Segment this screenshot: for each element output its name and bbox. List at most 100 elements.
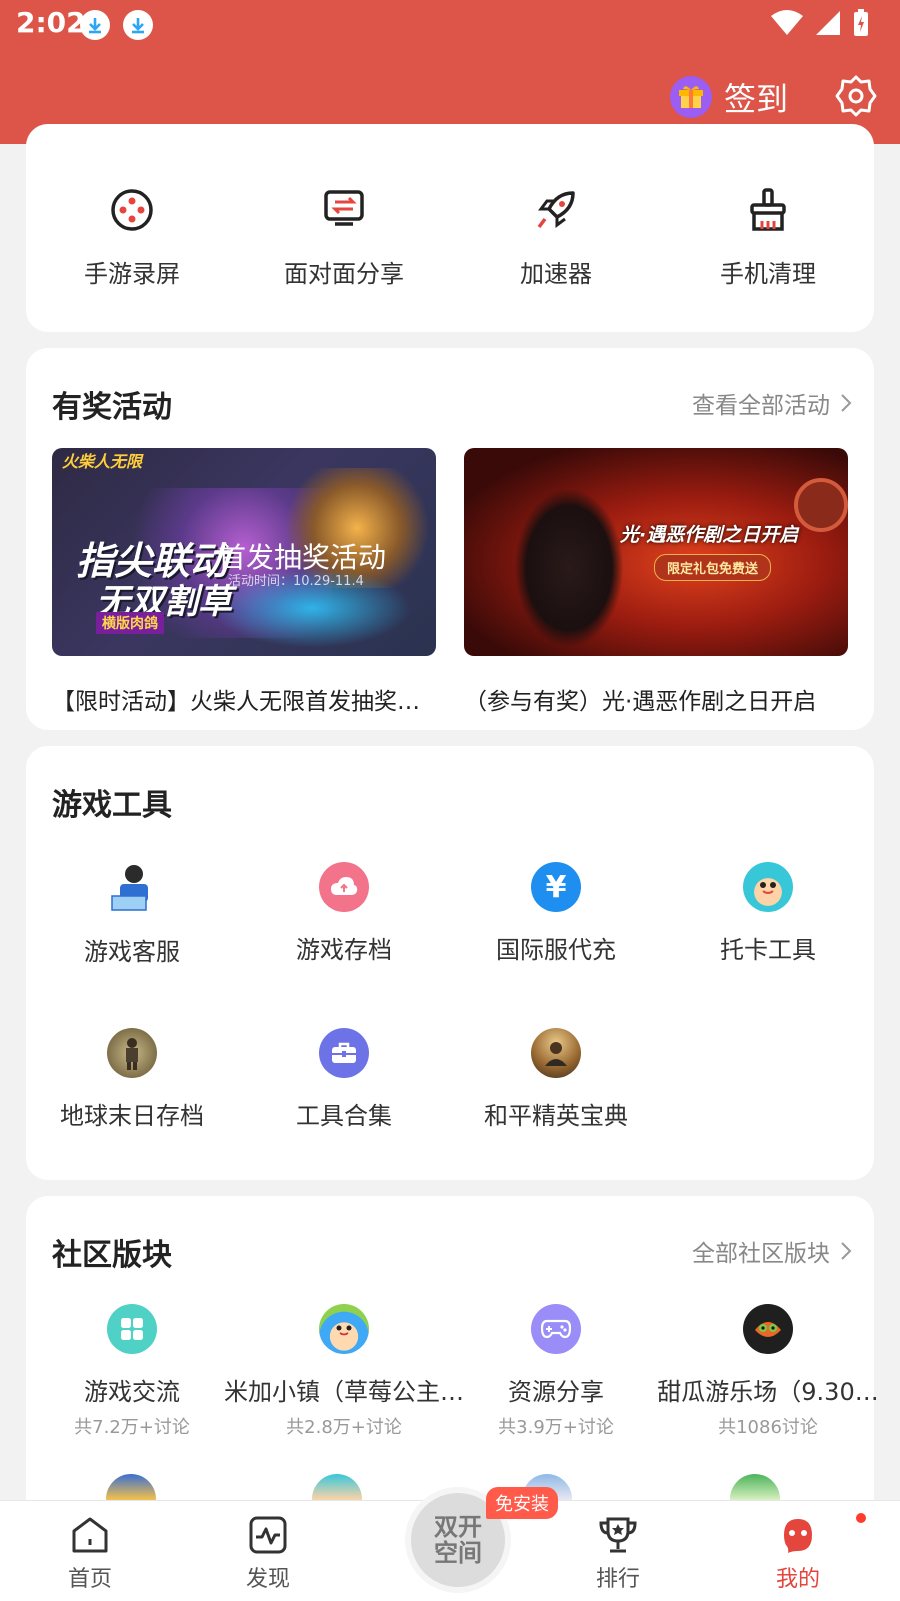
cloud-upload-icon [319, 862, 369, 912]
yen-icon: ¥ [531, 862, 581, 912]
peace-elite-icon [531, 1028, 581, 1078]
quick-tool-label: 手机清理 [720, 260, 816, 288]
tool-label: 和平精英宝典 [484, 1102, 628, 1130]
app-header: 2:02 签到 [0, 0, 900, 144]
quick-tool-accelerator[interactable]: 加速器 [450, 184, 662, 289]
activity-caption[interactable]: 【限时活动】火柴人无限首发抽奖活动 [52, 682, 436, 716]
quick-tools-grid: 手游录屏 面对面分享 加速器 手机清理 [26, 184, 874, 289]
tool-doomsday-save[interactable]: 地球末日存档 [26, 1028, 238, 1131]
trophy-icon [599, 1517, 637, 1553]
tool-toca[interactable]: 托卡工具 [662, 862, 874, 967]
quick-tool-screen-record[interactable]: 手游录屏 [26, 184, 238, 289]
community-label: 游戏交流 [84, 1378, 180, 1406]
wifi-icon [771, 10, 803, 35]
survivor-avatar-icon [107, 1028, 157, 1078]
dual-space-label-line1: 双开 [434, 1513, 482, 1541]
discover-icon [249, 1516, 287, 1554]
battery-icon [854, 9, 868, 36]
nav-label: 我的 [775, 1567, 820, 1592]
community-count: 共7.2万+讨论 [74, 1417, 190, 1438]
chevron-right-icon [841, 394, 852, 412]
broom-icon [742, 184, 794, 236]
view-all-activities-link[interactable]: 查看全部活动 [692, 386, 852, 420]
community-label: 米加小镇（草莓公主… [224, 1378, 464, 1406]
tool-label: 托卡工具 [720, 936, 816, 964]
community-miga-town[interactable]: 米加小镇（草莓公主… 共2.8万+讨论 [224, 1304, 464, 1439]
quick-tool-phone-clean[interactable]: 手机清理 [662, 184, 874, 289]
view-all-community-label: 全部社区版块 [692, 1241, 830, 1267]
community-melon-playground[interactable]: 甜瓜游乐场（9.30… 共1086讨论 [657, 1304, 879, 1439]
community-label: 甜瓜游乐场（9.30… [657, 1378, 879, 1406]
nav-ranking[interactable]: 排行 [558, 1501, 678, 1593]
nav-label: 首页 [67, 1567, 112, 1592]
community-game-chat[interactable]: 游戏交流 共7.2万+讨论 [26, 1304, 238, 1439]
bottom-nav: 首页 发现 双开 空间 免安装 排行 我的 [0, 1487, 900, 1601]
nav-discover[interactable]: 发现 [208, 1501, 328, 1593]
banner-logo-text: 火柴人无限 [62, 452, 143, 471]
community-resource-share[interactable]: 资源分享 共3.9万+讨论 [450, 1304, 662, 1439]
download-notification-icon [123, 10, 153, 40]
gamepad-icon [531, 1304, 581, 1354]
activity-banner-stickman[interactable]: 火柴人无限 指尖联动 无双割草 横版肉鸽 首发抽奖活动 活动时间：10.29-1… [52, 448, 436, 656]
face-share-icon [318, 184, 370, 236]
screen-record-icon [106, 184, 158, 236]
signal-icon [816, 11, 840, 35]
banner-tag: 横版肉鸽 [96, 612, 164, 634]
community-count: 共3.9万+讨论 [498, 1417, 614, 1438]
community-title: 社区版块 [52, 1238, 172, 1273]
activities-title: 有奖活动 [52, 390, 172, 425]
banner-title: 光·遇恶作剧之日开启 [620, 524, 799, 546]
community-grid: 游戏交流 共7.2万+讨论 米加小镇（草莓公主… 共2.8万+讨论 资源分享 共… [26, 1304, 879, 1439]
chevron-right-icon [841, 1242, 852, 1260]
banner-tag: 限定礼包免费送 [654, 554, 772, 581]
melon-avatar-icon [743, 1304, 793, 1354]
game-tools-title: 游戏工具 [52, 788, 172, 823]
home-icon [72, 1517, 108, 1553]
checkin-label: 签到 [723, 80, 788, 118]
toolbox-icon [319, 1028, 369, 1078]
tool-game-save[interactable]: 游戏存档 [238, 862, 450, 967]
tool-intl-recharge[interactable]: ¥ 国际服代充 [450, 862, 662, 967]
nav-home[interactable]: 首页 [30, 1501, 150, 1593]
nav-label: 排行 [595, 1567, 640, 1592]
activity-banner-sky[interactable]: 光·遇恶作剧之日开启 限定礼包免费送 [464, 448, 848, 656]
status-time: 2:02 [16, 6, 86, 39]
dual-space-label-line2: 空间 [434, 1539, 482, 1567]
community-count: 共1086讨论 [718, 1417, 818, 1438]
download-notification-icon [80, 10, 110, 40]
community-card: 社区版块 全部社区版块 游戏交流 共7.2万+讨论 米加小镇（草莓公主… 共2.… [26, 1196, 879, 1536]
nav-profile[interactable]: 我的 [738, 1501, 858, 1593]
tool-label: 游戏存档 [296, 936, 392, 964]
toca-avatar-icon [743, 862, 793, 912]
gift-icon [669, 76, 712, 118]
tool-label: 工具合集 [296, 1102, 392, 1130]
profile-icon [784, 1519, 812, 1553]
miga-avatar-icon [319, 1304, 369, 1354]
view-all-activities-label: 查看全部活动 [692, 393, 830, 419]
tool-collection[interactable]: 工具合集 [238, 1028, 450, 1131]
quick-tool-label: 手游录屏 [84, 260, 180, 288]
quick-tools-card: 手游录屏 面对面分享 加速器 手机清理 [26, 124, 874, 332]
notification-dot [856, 1513, 866, 1523]
community-avatar-partial [312, 1474, 362, 1500]
banner-date: 活动时间：10.29-11.4 [228, 574, 364, 589]
tool-peace-elite-guide[interactable]: 和平精英宝典 [450, 1028, 662, 1131]
tool-customer-service[interactable]: 游戏客服 [26, 862, 238, 967]
quick-tool-face-share[interactable]: 面对面分享 [238, 184, 450, 289]
tool-label: 国际服代充 [496, 936, 616, 964]
activity-caption[interactable]: （参与有奖）光·遇恶作剧之日开启 [464, 682, 848, 716]
nav-label: 发现 [245, 1567, 290, 1592]
community-count: 共2.8万+讨论 [286, 1417, 402, 1438]
rocket-icon [530, 184, 582, 236]
grid-icon [107, 1304, 157, 1354]
community-avatar-partial [730, 1474, 780, 1500]
no-install-badge: 免安装 [486, 1487, 558, 1519]
view-all-community-link[interactable]: 全部社区版块 [692, 1234, 852, 1268]
tool-label: 游戏客服 [84, 938, 180, 966]
game-tools-row-2: 地球末日存档 工具合集 和平精英宝典 [26, 1028, 874, 1131]
game-tools-row-1: 游戏客服 游戏存档 ¥ 国际服代充 托卡工具 [26, 862, 874, 967]
settings-icon[interactable] [834, 74, 878, 118]
game-tools-card: 游戏工具 游戏客服 游戏存档 ¥ 国际服代充 托卡工具 地球末日存档 工具合集 … [26, 746, 874, 1180]
checkin-button[interactable]: 签到 [669, 74, 788, 120]
community-avatar-partial [106, 1474, 156, 1500]
